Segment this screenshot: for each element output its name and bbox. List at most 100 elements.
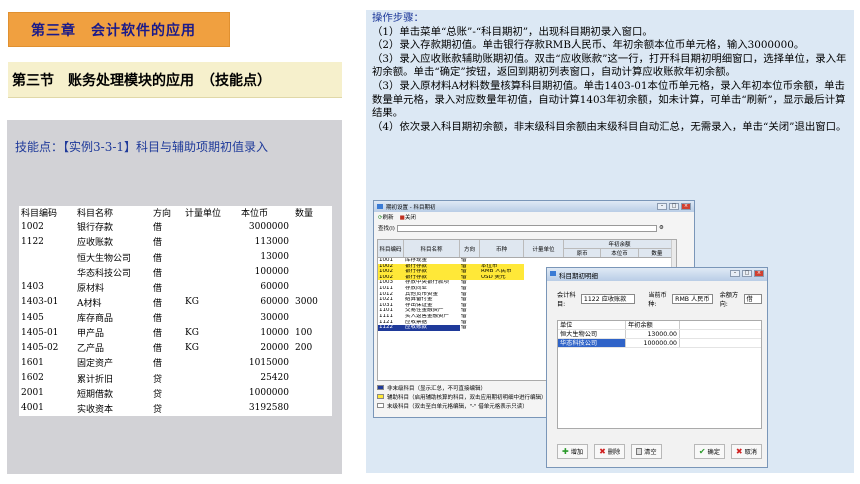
table-cell: 1602 (21, 373, 44, 384)
cancel-icon: ✖ (735, 446, 743, 456)
balance-cell[interactable]: 13000.00 (626, 330, 680, 338)
app-icon (377, 204, 383, 209)
table-cell: 1015000 (248, 357, 289, 368)
detail-header: 会计科目: 1122 应收账款 当前币种: RMB 人民币 余额方向: 借 (557, 290, 762, 308)
table-cell (183, 280, 239, 295)
practice-panel: 技能点：【实例3-3-1】科目与辅助项期初值录入 科目编码 科目名称 方向 计量… (7, 120, 342, 474)
grid-subheader: 本位币 (601, 249, 639, 257)
table-cell: 恒大生物公司 (77, 253, 132, 264)
grid-col-header: 科目编码 (378, 240, 404, 257)
grid-cell[interactable]: 应收账款 (404, 325, 460, 331)
steps-panel: 操作步骤： （1）单击菜单“总账”-“科目期初”，出现科目期初录入窗口。 （2）… (366, 10, 854, 473)
table-cell: 60000 (260, 297, 289, 308)
ok-button[interactable]: ✔ 确定 (693, 443, 725, 459)
maximize-button[interactable]: □ (669, 203, 679, 210)
table-cell: KG (185, 297, 199, 308)
close-button[interactable]: × (681, 203, 691, 210)
table-cell: 贷 (153, 404, 163, 415)
maximize-button[interactable]: □ (742, 270, 752, 277)
table-row: 1405-01 甲产品 借 KG 10000 100 (19, 325, 332, 340)
legend-swatch (377, 394, 384, 399)
table-cell (183, 355, 239, 370)
table-cell: 1002 (21, 221, 44, 232)
table-cell: 3000 (295, 297, 318, 308)
table-cell: 1405 (21, 312, 44, 323)
table-row[interactable]: 恒大生物公司 13000.00 (558, 330, 761, 339)
table-cell: 1601 (21, 357, 44, 368)
table-cell: 借 (153, 344, 163, 355)
table-cell: 2001 (21, 388, 44, 399)
col-header: 科目名称 (77, 209, 114, 220)
unit-cell[interactable]: 恒大生物公司 (558, 330, 626, 338)
table-cell: 贷 (153, 389, 163, 400)
table-cell: 30000 (260, 312, 289, 323)
steps-text: 操作步骤： （1）单击菜单“总账”-“科目期初”，出现科目期初录入窗口。 （2）… (372, 12, 850, 134)
clear-button[interactable]: 清空 (631, 443, 662, 459)
table-cell: 借 (153, 298, 163, 309)
grid-col-header: 方向 (460, 240, 480, 257)
table-cell: A材料 (77, 298, 102, 309)
refresh-button[interactable]: ⟳刷新 (378, 213, 394, 221)
clear-icon (636, 447, 643, 455)
table-cell (293, 386, 332, 401)
table-cell: 乙产品 (77, 344, 105, 355)
table-cell (293, 234, 332, 249)
grid-col-header-group: 年初余额 原币 本位币 数量 (564, 240, 676, 257)
minimize-button[interactable]: – (730, 270, 740, 277)
account-label: 会计科目: (557, 292, 576, 308)
steps-heading: 操作步骤： (372, 12, 424, 24)
table-cell (293, 355, 332, 370)
grid-col-header: 年初余额 (626, 321, 680, 329)
table-row: 1602 累计折旧 贷 25420 (19, 371, 332, 386)
col-header: 科目编码 (21, 209, 58, 220)
find-options-icon[interactable]: ⚙ (659, 225, 664, 231)
table-cell: 1122 (21, 236, 44, 247)
step-item: （1）单击菜单“总账”-“科目期初”，出现科目期初录入窗口。 (372, 25, 653, 38)
step-item: （3）录入原材料A材料数量核算科目期初值。单击1403-01本位币单元格，录入年… (372, 79, 846, 120)
table-cell: 3192580 (248, 403, 289, 414)
window-title: 期初设置 - 科目期初 (386, 204, 436, 211)
grid-cell[interactable]: 1122 (378, 325, 404, 331)
table-row[interactable]: 华态科技公司 100000.00 (558, 339, 761, 348)
minimize-button[interactable]: – (657, 203, 667, 210)
table-cell: 银行存款 (77, 223, 114, 234)
table-cell (19, 265, 75, 280)
grid-cell[interactable]: 借 (460, 325, 480, 331)
table-cell: 60000 (260, 282, 289, 293)
practice-title: 技能点：【实例3-3-1】科目与辅助项期初值录入 (15, 140, 269, 154)
table-cell: 原材料 (77, 283, 105, 294)
account-field[interactable]: 1122 应收账款 (580, 294, 636, 304)
table-cell (183, 310, 239, 325)
col-header: 数量 (295, 209, 314, 220)
close-toolbar-button[interactable]: ■关闭 (400, 213, 416, 221)
grid-col-header: 科目名称 (404, 240, 460, 257)
table-cell: 借 (153, 238, 163, 249)
table-cell (183, 371, 239, 386)
delete-button[interactable]: ✖ 删除 (594, 443, 626, 459)
window-title: 科目期初明细 (559, 271, 598, 280)
table-row: 1405 库存商品 借 30000 (19, 310, 332, 325)
table-cell (293, 371, 332, 386)
grid-subheader: 数量 (651, 251, 663, 257)
chapter-title: 第三章 会计软件的应用 (8, 12, 230, 47)
close-button[interactable]: × (754, 270, 764, 277)
currency-field[interactable]: RMB 人民币 (672, 294, 713, 304)
add-button[interactable]: ✚ 增加 (557, 443, 589, 459)
cancel-button[interactable]: ✖ 取消 (730, 443, 762, 459)
unit-cell[interactable]: 华态科技公司 (558, 339, 626, 347)
direction-field[interactable]: 借 (743, 294, 762, 304)
table-cell: 固定资产 (77, 359, 114, 370)
balance-cell[interactable]: 100000.00 (626, 339, 680, 347)
table-cell: 借 (153, 359, 163, 370)
table-cell: 借 (153, 223, 163, 234)
table-cell (183, 386, 239, 401)
find-input[interactable] (396, 224, 657, 232)
table-cell: 短期借款 (77, 389, 114, 400)
grid-subheader: 原币 (564, 249, 602, 257)
step-item: （2）录入存款期初值。单击银行存款RMB人民币、年初余额本位币单元格，输入300… (372, 39, 805, 52)
check-icon: ✔ (698, 446, 706, 456)
table-cell: 1405-01 (21, 327, 59, 338)
currency-label: 当前币种: (648, 292, 667, 308)
grid-cell[interactable] (480, 325, 524, 331)
legend-swatch (377, 403, 384, 408)
